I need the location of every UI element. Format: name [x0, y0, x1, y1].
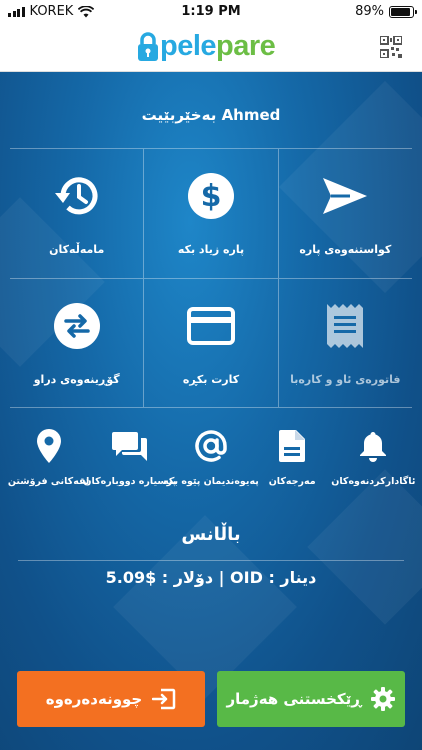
- balance-title: باڵانس: [181, 524, 241, 545]
- svg-text:$: $: [201, 179, 222, 214]
- send-icon: [323, 178, 368, 214]
- send-money-label: کواستنەوەی پارە: [299, 243, 392, 256]
- battery-percent: 89%: [355, 4, 384, 19]
- notifications-link[interactable]: ئاگادارکردنەوەکان: [331, 428, 416, 508]
- transactions-tile[interactable]: مامەڵەکان: [10, 149, 145, 278]
- buy-card-label: کارت بکڕە: [182, 373, 240, 386]
- exchange-label: گۆڕینەوەی دراو: [33, 373, 120, 386]
- terms-link[interactable]: مەرجەکان: [252, 428, 332, 508]
- lock-icon: [138, 31, 158, 61]
- send-money-tile[interactable]: کواستنەوەی پارە: [279, 149, 412, 278]
- notifications-label: ئاگادارکردنەوەکان: [331, 476, 416, 487]
- account-settings-button[interactable]: ڕێکخستنی هەژمار: [217, 671, 405, 727]
- at-icon: [195, 430, 227, 462]
- quick-links: ئاگادارکردنەوەکان مەرجەکان پەیوەندیمان پ…: [0, 428, 422, 508]
- welcome-message: بەخێربێیت Ahmed: [141, 106, 281, 124]
- logout-icon: [152, 688, 176, 710]
- app-logo: pele pare: [137, 30, 276, 63]
- branches-link[interactable]: لقەکانی فرۆشتن: [7, 428, 90, 508]
- logout-label: چوونەدەرەوە: [45, 690, 143, 708]
- add-money-tile[interactable]: $ پارە زیاد بکە: [144, 149, 279, 278]
- logo-text-pele: pele: [160, 30, 217, 62]
- bills-tile[interactable]: فاتورەی ئاو و کارەبا: [279, 279, 412, 407]
- logo-text-pare: pare: [216, 30, 276, 62]
- account-settings-label: ڕێکخستنی هەژمار: [226, 690, 362, 708]
- status-bar: KOREK 1:19 PM 89%: [0, 0, 422, 24]
- battery-icon: [389, 5, 417, 18]
- bills-label: فاتورەی ئاو و کارەبا: [290, 373, 401, 386]
- receipt-icon: [327, 304, 364, 348]
- contact-label: پەیوەندیمان پێوە بکە: [163, 476, 259, 487]
- balance-amounts: دینار : OID | دۆلار : $5.09: [105, 568, 317, 587]
- logout-button[interactable]: چوونەدەرەوە: [17, 671, 205, 727]
- location-icon: [36, 429, 61, 463]
- app-header: pele pare: [0, 24, 422, 72]
- gear-icon: [371, 687, 396, 711]
- dollar-icon: $: [188, 173, 234, 219]
- main-panel: بەخێربێیت Ahmed کواستنەوەی پارە $ پارە ز…: [0, 72, 422, 750]
- terms-label: مەرجەکان: [268, 476, 316, 487]
- buy-card-tile[interactable]: کارت بکڕە: [144, 279, 279, 407]
- balance-divider: [18, 560, 404, 561]
- services-grid: کواستنەوەی پارە $ پارە زیاد بکە مامەڵەکا…: [10, 148, 412, 408]
- document-icon: [279, 430, 306, 462]
- transactions-label: مامەڵەکان: [49, 243, 105, 256]
- exchange-tile[interactable]: گۆڕینەوەی دراو: [10, 279, 145, 407]
- add-money-label: پارە زیاد بکە: [177, 243, 245, 256]
- exchange-icon: [53, 303, 100, 349]
- history-icon: [54, 177, 98, 215]
- faq-link[interactable]: پرسیارە دووبارەکان: [83, 428, 176, 508]
- branches-label: لقەکانی فرۆشتن: [7, 476, 90, 487]
- bell-icon: [360, 432, 387, 462]
- services-row: فاتورەی ئاو و کارەبا کارت بکڕە گۆڕینەوەی…: [10, 278, 412, 408]
- services-row: کواستنەوەی پارە $ پارە زیاد بکە مامەڵەکا…: [10, 148, 412, 278]
- qr-code-icon[interactable]: [380, 36, 402, 58]
- card-icon: [187, 307, 235, 345]
- chat-icon: [111, 432, 147, 461]
- contact-link[interactable]: پەیوەندیمان پێوە بکە: [163, 428, 259, 508]
